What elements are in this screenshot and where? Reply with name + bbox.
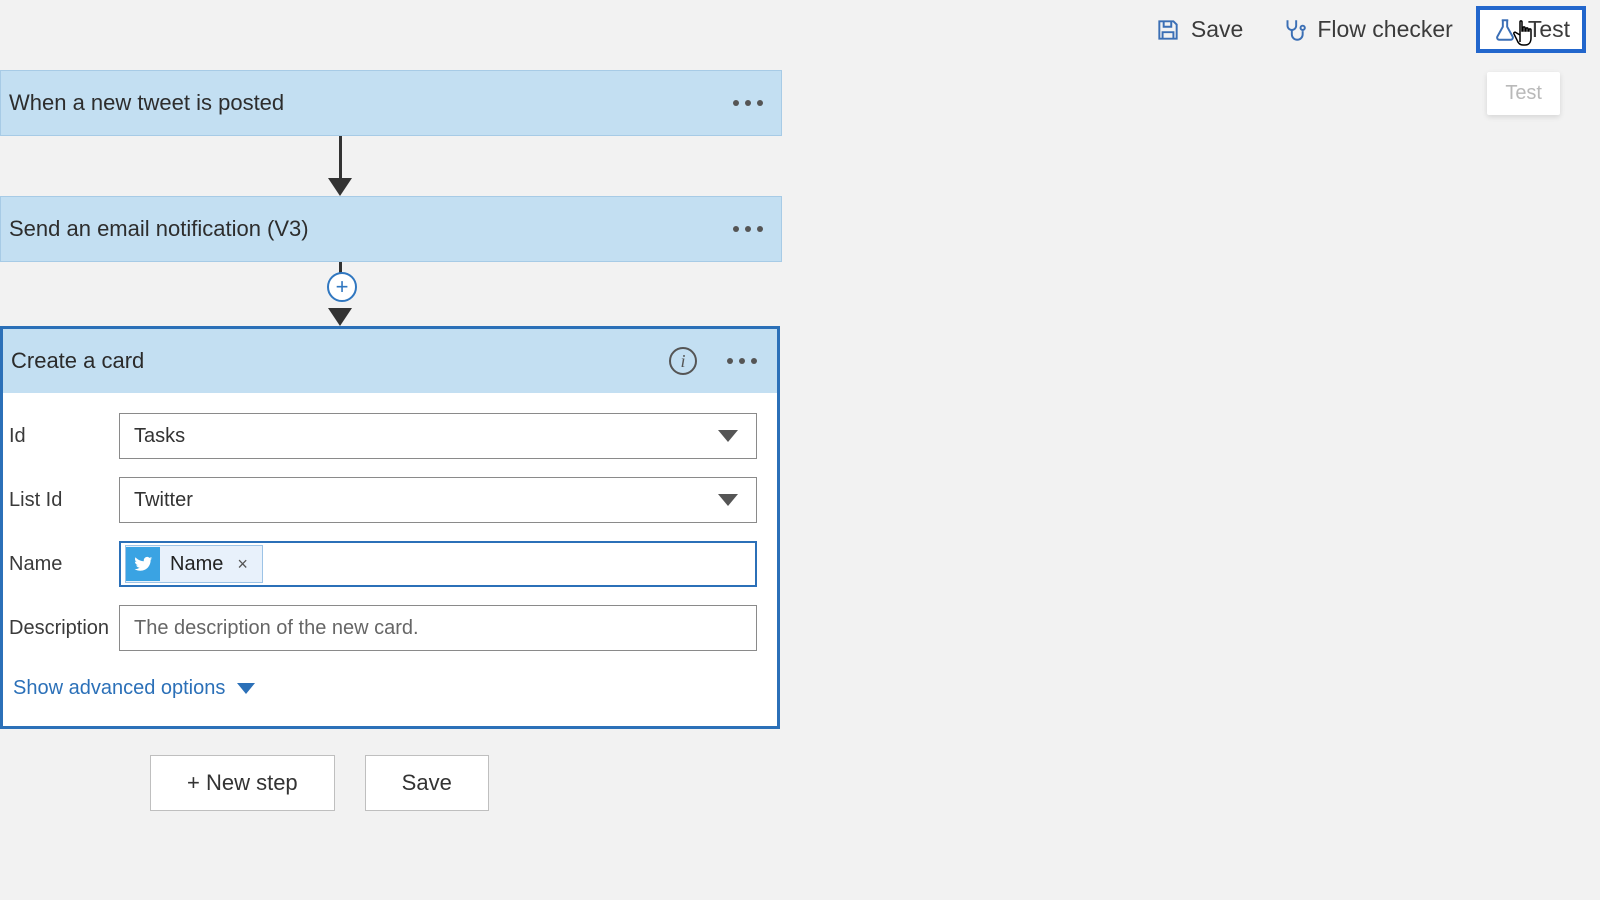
list-id-value: Twitter (134, 489, 193, 512)
create-card-step: Create a card i Id Tasks List Id Twitter (0, 326, 780, 729)
board-id-select[interactable]: Tasks (119, 413, 757, 459)
dynamic-token-name[interactable]: Name × (125, 545, 263, 583)
action-email-title: Send an email notification (V3) (9, 216, 309, 242)
trigger-menu[interactable] (733, 100, 763, 106)
new-step-button[interactable]: + New step (150, 755, 335, 811)
flow-checker-button[interactable]: Flow checker (1266, 6, 1467, 53)
chevron-down-icon (718, 494, 738, 506)
create-card-title: Create a card (11, 348, 144, 374)
flask-icon (1492, 17, 1518, 43)
list-id-label: List Id (9, 489, 119, 512)
description-input[interactable]: The description of the new card. (119, 605, 757, 651)
list-id-select[interactable]: Twitter (119, 477, 757, 523)
card-name-label: Name (9, 553, 119, 576)
canvas-save-button[interactable]: Save (365, 755, 489, 811)
advanced-options-label: Show advanced options (13, 677, 225, 700)
action-email-menu[interactable] (733, 226, 763, 232)
save-button[interactable]: Save (1140, 6, 1258, 53)
create-card-form: Id Tasks List Id Twitter Name (3, 393, 777, 726)
create-card-header[interactable]: Create a card i (3, 329, 777, 393)
flow-canvas: When a new tweet is posted Send an email… (0, 70, 800, 729)
description-label: Description (9, 617, 119, 640)
save-label: Save (1191, 16, 1243, 43)
top-toolbar: Save Flow checker Test (1140, 6, 1586, 53)
board-id-value: Tasks (134, 425, 185, 448)
stethoscope-icon (1281, 17, 1307, 43)
trigger-card[interactable]: When a new tweet is posted (0, 70, 782, 136)
token-remove[interactable]: × (233, 554, 252, 575)
twitter-icon (126, 547, 160, 581)
flow-checker-label: Flow checker (1317, 16, 1452, 43)
canvas-footer: + New step Save (150, 755, 489, 811)
chevron-down-icon (718, 430, 738, 442)
test-tooltip: Test (1487, 72, 1560, 115)
arrow-1 (320, 136, 360, 196)
test-label: Test (1528, 16, 1570, 43)
board-id-label: Id (9, 425, 119, 448)
insert-step-button[interactable]: + (327, 272, 357, 302)
save-icon (1155, 17, 1181, 43)
test-button[interactable]: Test (1476, 6, 1586, 53)
chevron-down-icon (237, 683, 255, 694)
card-name-input[interactable]: Name × (119, 541, 757, 587)
action-card-email[interactable]: Send an email notification (V3) (0, 196, 782, 262)
create-card-menu[interactable] (727, 358, 757, 364)
advanced-options-toggle[interactable]: Show advanced options (9, 669, 757, 710)
trigger-title: When a new tweet is posted (9, 90, 284, 116)
info-icon[interactable]: i (669, 347, 697, 375)
token-label: Name (170, 553, 223, 576)
